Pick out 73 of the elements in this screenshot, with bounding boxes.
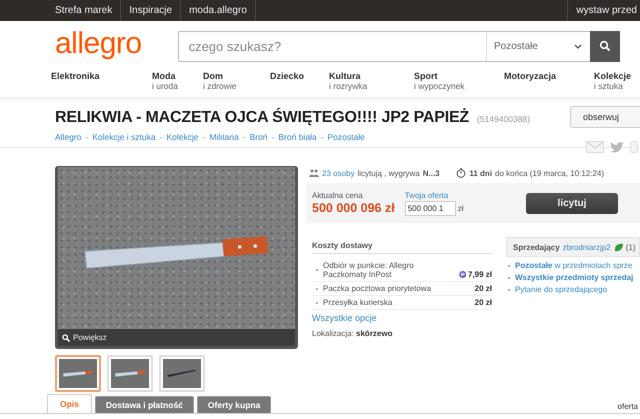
breadcrumb-link[interactable]: Broń biała (278, 132, 317, 142)
breadcrumb-link[interactable]: Broń (250, 132, 268, 142)
category-link[interactable]: Dom i zdrowie (203, 71, 270, 97)
thumbnail[interactable] (107, 355, 153, 392)
sell-link[interactable]: wystaw przed (567, 0, 637, 21)
breadcrumb-separator: - (270, 132, 276, 142)
seller-rating: (1) (626, 242, 636, 252)
breadcrumb-link[interactable]: Militaria (209, 132, 239, 142)
category-link[interactable]: Sport i wypoczynek (414, 71, 504, 97)
offer-title: RELIKWIA - MACZETA OJCA ŚWIĘTEGO!!!! JP2 PAPIEŻ (55, 109, 470, 127)
breadcrumb-separator: - (158, 132, 164, 142)
category-link[interactable]: Moda i uroda (152, 71, 203, 97)
breadcrumb-separator: - (84, 132, 90, 142)
zoom-button[interactable]: Powiększ (58, 329, 295, 346)
knife-drawing (115, 370, 145, 377)
time-left: 11 dni (469, 168, 492, 178)
search-icon (599, 40, 611, 52)
bidders-link[interactable]: 23 osoby (322, 168, 354, 178)
seller-label: Sprzedający (513, 242, 560, 252)
bid-button[interactable]: licytuj (526, 192, 618, 214)
price-label: Aktualna cena (312, 191, 364, 200)
stopwatch-icon (456, 168, 466, 178)
search-button[interactable] (590, 30, 620, 62)
people-icon (309, 169, 319, 177)
top-bar-link[interactable]: Strefa marek (47, 0, 122, 21)
offer-field[interactable]: 500 000 1 (404, 200, 456, 216)
seller-link[interactable]: Pytanie do sprzedającego (515, 285, 608, 294)
chevron-icon (574, 44, 582, 48)
category-link[interactable]: Kultura i rozrywka (329, 71, 414, 97)
tab[interactable]: Oferty kupna (196, 396, 272, 413)
thumbnail[interactable] (55, 355, 101, 392)
breadcrumb-link[interactable]: Pozostałe (328, 132, 365, 142)
delivery-heading: Koszty dostawy (312, 241, 492, 254)
search-icon (62, 334, 70, 342)
leading-bidder: N...3 (422, 168, 440, 178)
breadcrumb-link[interactable]: Kolekcje i sztuka (92, 132, 156, 142)
seller-link[interactable]: Pozostałe w przedmiotach sprze (515, 261, 632, 270)
leaf-icon (614, 242, 623, 252)
inpost-icon (458, 270, 466, 279)
top-bar-link[interactable]: moda.allegro (181, 0, 256, 21)
category-link[interactable]: Kolekcje i sztuka (594, 71, 640, 97)
tab[interactable]: Opis (47, 394, 92, 413)
end-date: do końca (19 marca, 10:12:24) (495, 168, 604, 178)
blade-drawing (167, 370, 197, 377)
breadcrumb-link[interactable]: Allegro (55, 132, 82, 142)
allegro-logo: allegro (55, 29, 142, 62)
seller-name[interactable]: zbrodniarzjp2 (562, 242, 611, 252)
breadcrumb-separator: - (242, 132, 247, 142)
offer-label: oferta (618, 402, 638, 411)
seller-link[interactable]: Wszystkie przedmioty sprzedaj (515, 273, 634, 282)
knife-drawing (63, 370, 93, 377)
category-link[interactable]: Elektronika (51, 71, 152, 97)
breadcrumb-separator: - (320, 132, 325, 142)
location: Lokalizacja: skórzewo (312, 329, 394, 338)
current-price: 500 000 096 zł (312, 201, 395, 215)
search-input[interactable]: czego szukasz? (178, 32, 486, 60)
offer-number: (5149400388) (477, 114, 530, 124)
tab[interactable]: Dostawa i płatność (94, 396, 194, 413)
top-bar-link[interactable]: Inspiracje (121, 0, 182, 21)
bidders-text: licytują , wygrywa (357, 168, 420, 178)
delivery-option: Paczka pocztowa priorytetowa 20 zł (312, 282, 492, 296)
breadcrumb-link[interactable]: Kolekcje (166, 132, 199, 142)
breadcrumb-separator: - (202, 132, 206, 142)
delivery-option: Odbiór w punkcie: Allegro Paczkomaty InPost 7,99 zł (312, 259, 492, 282)
watch-button[interactable]: obserwuj (570, 106, 640, 128)
photo-placeholder[interactable]: Powiększ (55, 166, 298, 349)
thumbnail[interactable] (159, 355, 205, 392)
currency-label: zł (458, 204, 464, 212)
your-offer-link[interactable]: Twoja oferta (404, 190, 464, 200)
delivery-option: Przesyłka kurierska 20 zł (312, 296, 492, 310)
category-link[interactable]: Dziecko (270, 71, 329, 97)
all-options-link[interactable]: Wszystkie opcje (312, 313, 492, 323)
category-link[interactable]: Motoryzacja (504, 71, 594, 97)
